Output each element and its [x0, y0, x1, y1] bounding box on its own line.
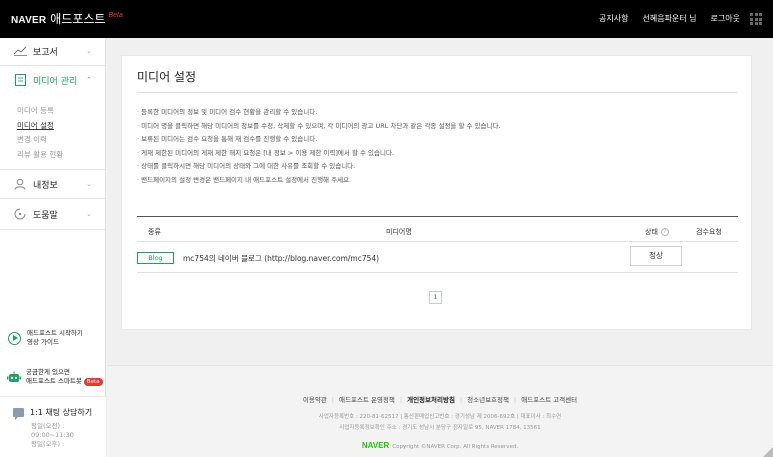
table-header-border — [137, 241, 738, 242]
beta-mark: Beta — [108, 12, 123, 19]
help-icon[interactable]: ? — [660, 228, 669, 236]
sidebar: 보고서 ⌄ 미디어 관리 ⌃ 미디어 등록 미디어 설정 변경 이력 리뷰 활용… — [0, 38, 106, 457]
chat-consult-panel: 1:1 채팅 상담하기 평일(오전) : 09:00~11:30 평일(오후) … — [0, 396, 106, 457]
sidebar-item-media-management[interactable]: 미디어 관리 ⌃ — [0, 67, 106, 93]
media-settings-card: 미디어 설정 등록한 미디어의 정보 및 미디어 검수 현황을 관리할 수 있습… — [121, 55, 752, 330]
sidebar-item-label: 보고서 — [33, 47, 58, 58]
beta-badge: Beta — [83, 378, 103, 386]
robot-icon — [7, 368, 21, 387]
column-header-review-request: 검수요청 — [696, 228, 722, 236]
company-info: 사업자등록번호 : 220-81-62517 | 통신판매업신고번호 : 경기성… — [318, 414, 562, 420]
start-guide-video-link[interactable]: 애드포스트 시작하기 영상 가이드 — [0, 318, 106, 358]
submenu-media-register[interactable]: 미디어 등록 — [17, 104, 63, 119]
divider — [0, 65, 105, 66]
help-icon — [13, 208, 27, 220]
column-header-status: 상태? — [645, 227, 669, 237]
note-item: 등록한 미디어의 정보 및 미디어 검수 현황을 관리할 수 있습니다. — [137, 106, 501, 120]
user-icon — [13, 178, 27, 190]
media-submenu: 미디어 등록 미디어 설정 변경 이력 리뷰 활용 현황 — [17, 104, 63, 162]
column-header-type: 종류 — [148, 228, 161, 236]
resize-corner — [763, 447, 773, 457]
submenu-media-settings[interactable]: 미디어 설정 — [17, 119, 63, 134]
chat-title: 1:1 채팅 상담하기 — [30, 408, 93, 417]
footer-link-youth-policy[interactable]: 청소년보호정책 — [467, 396, 509, 404]
sidebar-item-label: 내정보 — [33, 180, 58, 191]
sidebar-item-label: 미디어 관리 — [33, 76, 78, 87]
table-bottom-border — [137, 272, 738, 273]
pagination-page-1[interactable]: 1 — [429, 291, 442, 304]
chevron-down-icon: ⌄ — [86, 210, 92, 218]
table-top-border — [137, 216, 738, 217]
grid-icon[interactable] — [750, 13, 762, 25]
chat-hours: 평일(오전) : 09:00~11:30 평일(오후) : — [31, 422, 74, 448]
media-type-badge: Blog — [137, 252, 174, 264]
footer-link-customer-center[interactable]: 애드포스트 고객센터 — [521, 396, 577, 404]
note-item: 보류된 미디어는 검수 요청을 통해 재 검수를 진행할 수 있습니다. — [137, 133, 501, 147]
footer-link-operation-policy[interactable]: 애드포스트 운영정책 — [339, 396, 395, 404]
note-item: 게재 제한된 미디어의 게재 제한 해지 요청은 [내 정보 > 이용 제한 이… — [137, 147, 501, 161]
smartbot-text: 궁금한게 있으면 애드포스트 스마트봇 Beta — [26, 368, 103, 386]
submenu-change-history[interactable]: 변경 이력 — [17, 133, 63, 148]
footer-links: 이용약관 | 애드포스트 운영정책 | 개인정보처리방침 | 청소년보호정책 | 애드포스트 고… — [302, 396, 578, 404]
service-name: 애드포스트 — [50, 12, 106, 26]
notice-link[interactable]: 공지사항 — [599, 13, 628, 24]
divider — [0, 169, 105, 170]
sidebar-item-help[interactable]: 도움말 ⌄ — [0, 201, 106, 227]
document-icon — [13, 74, 27, 86]
column-header-media-name: 미디어명 — [386, 228, 412, 236]
chevron-up-icon: ⌃ — [86, 76, 92, 84]
footer-link-terms[interactable]: 이용약관 — [303, 396, 327, 404]
top-navigation-bar: NAVER 애드포스트 Beta 공지사항 선혜음파운터 님 로그아웃 — [0, 0, 773, 38]
copyright: NAVER Copyright ©NAVER Corp. All Rights R… — [361, 441, 519, 450]
chevron-down-icon: ⌄ — [86, 47, 92, 55]
play-icon — [8, 331, 21, 345]
footer: 이용약관 | 애드포스트 운영정책 | 개인정보처리방침 | 청소년보호정책 | 애드포스트 고… — [107, 365, 773, 457]
top-nav-links: 공지사항 선혜음파운터 님 로그아웃 — [599, 13, 740, 24]
guide-text: 애드포스트 시작하기 영상 가이드 — [27, 329, 83, 346]
divider — [0, 229, 105, 230]
logo[interactable]: NAVER 애드포스트 Beta — [11, 12, 123, 26]
footer-link-privacy[interactable]: 개인정보처리방침 — [407, 396, 455, 404]
chart-icon — [13, 45, 27, 57]
sidebar-item-my-info[interactable]: 내정보 ⌄ — [0, 171, 106, 197]
logout-link[interactable]: 로그아웃 — [711, 13, 740, 24]
guide-notes: 등록한 미디어의 정보 및 미디어 검수 현황을 관리할 수 있습니다. 미디어… — [137, 106, 501, 188]
naver-footer-logo[interactable]: NAVER — [362, 441, 389, 450]
chat-icon — [13, 408, 24, 420]
sidebar-item-report[interactable]: 보고서 ⌄ — [0, 38, 106, 64]
naver-logo-text: NAVER — [11, 15, 47, 26]
media-name-link[interactable]: mc754의 네이버 블로그 (http://blog.naver.com/mc… — [183, 253, 379, 264]
note-item: 상태를 클릭하시면 해당 미디어의 상태와 그에 대한 사유를 조회할 수 있습… — [137, 160, 501, 174]
note-item: 밴드페이지의 설정 변경은 밴드페이지 내 애드포스트 설정에서 진행해 주세요… — [137, 174, 501, 188]
company-address: 사업자등록정보확인 주소 : 경기도 성남시 분당구 정자일로 95, NAVE… — [339, 425, 541, 431]
chevron-down-icon: ⌄ — [86, 180, 92, 188]
sidebar-item-label: 도움말 — [33, 210, 58, 221]
divider — [137, 92, 738, 93]
chat-consult-button[interactable]: 1:1 채팅 상담하기 — [13, 407, 93, 420]
smartbot-link[interactable]: 궁금한게 있으면 애드포스트 스마트봇 Beta — [0, 363, 106, 391]
note-item: 미디어 명을 클릭하면 해당 미디어의 정보를 수정, 삭제할 수 있으며, 각… — [137, 120, 500, 134]
status-button[interactable]: 정상 — [630, 246, 682, 266]
user-name-link[interactable]: 선혜음파운터 님 — [642, 13, 696, 24]
submenu-review-status[interactable]: 리뷰 활용 현황 — [17, 148, 63, 163]
divider — [0, 198, 105, 199]
page-title: 미디어 설정 — [137, 70, 197, 84]
